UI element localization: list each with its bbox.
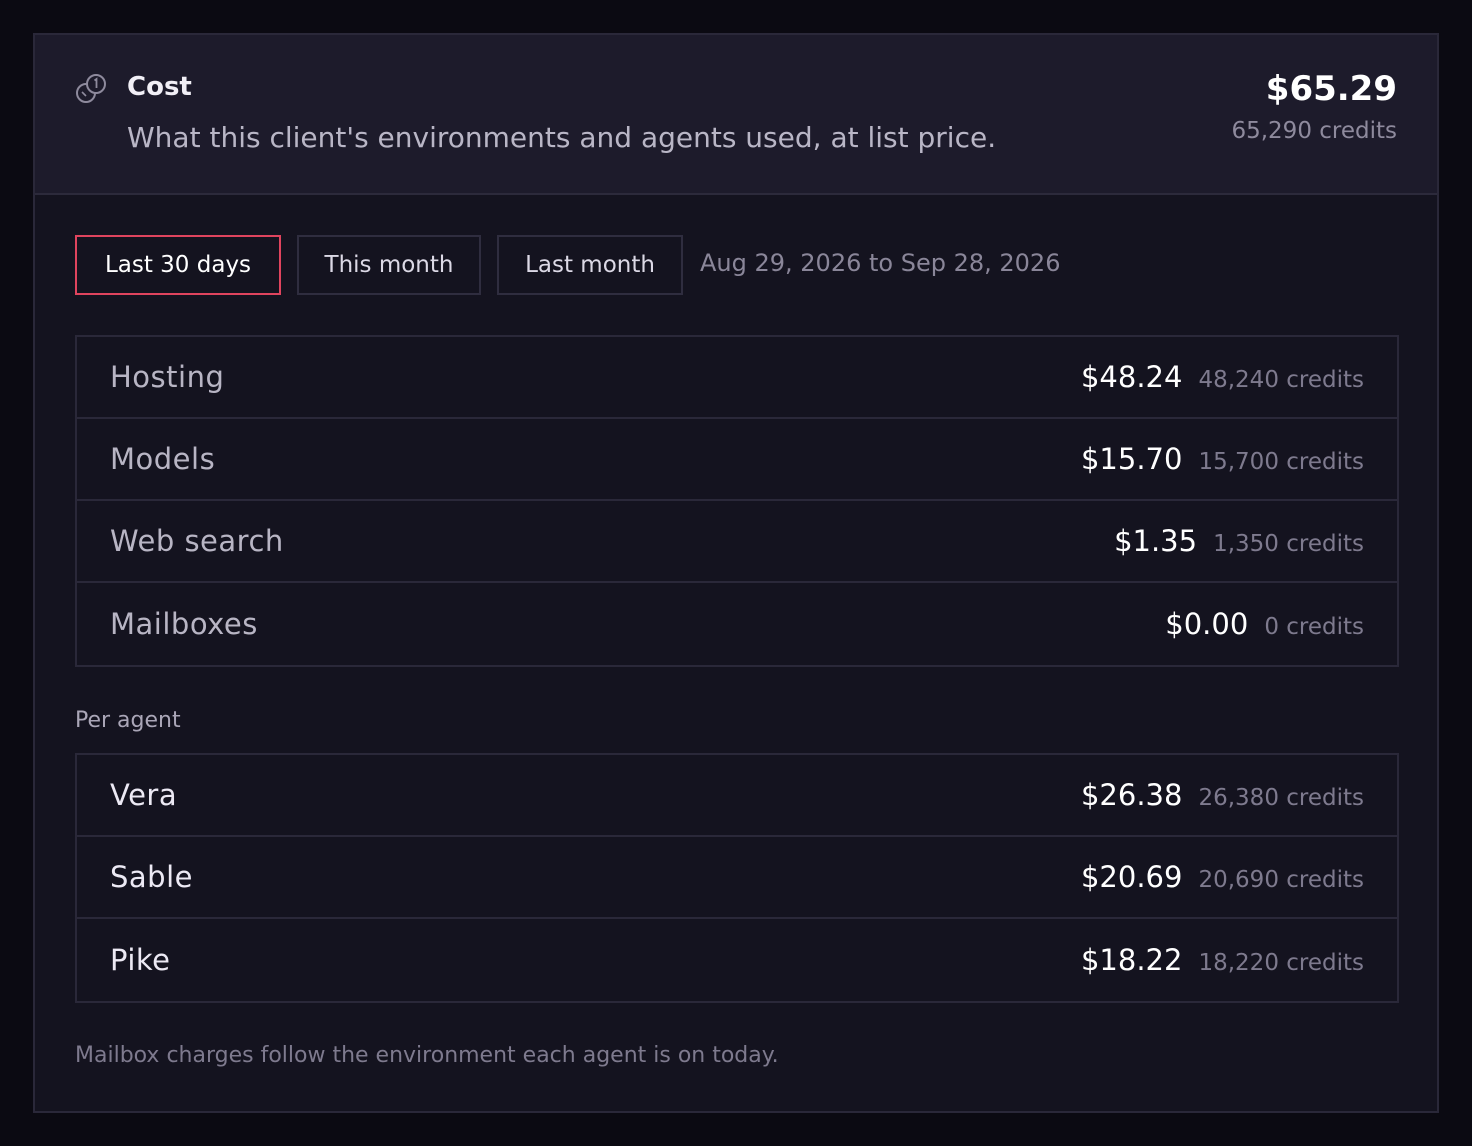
coins-icon: [76, 74, 106, 103]
category-row-hosting: Hosting $48.24 48,240 credits: [77, 337, 1397, 419]
tab-last-30-days[interactable]: Last 30 days: [75, 235, 281, 295]
agent-credits: 26,380 credits: [1198, 785, 1364, 811]
row-amount: $1.35: [1114, 524, 1198, 558]
card-subtitle: What this client's environments and agen…: [127, 121, 997, 154]
row-credits: 15,700 credits: [1198, 449, 1364, 475]
agent-credits: 18,220 credits: [1198, 950, 1364, 976]
row-credits: 1,350 credits: [1213, 531, 1364, 557]
agent-name: Sable: [110, 860, 193, 894]
per-agent-heading: Per agent: [75, 708, 181, 733]
row-credits: 0 credits: [1264, 614, 1364, 640]
date-range: Aug 29, 2026 to Sep 28, 2026: [700, 249, 1061, 277]
row-amount: $15.70: [1080, 442, 1183, 476]
cost-card: Cost What this client's environments and…: [33, 33, 1439, 1113]
total-cost: $65.29: [1265, 69, 1397, 109]
cost-header: Cost What this client's environments and…: [35, 35, 1437, 195]
agent-amount: $20.69: [1080, 860, 1183, 894]
category-row-web-search: Web search $1.35 1,350 credits: [77, 501, 1397, 583]
category-row-mailboxes: Mailboxes $0.00 0 credits: [77, 583, 1397, 665]
row-label: Web search: [110, 524, 284, 558]
agent-name: Pike: [110, 943, 171, 977]
agent-row-pike: Pike $18.22 18,220 credits: [77, 919, 1397, 1001]
agent-row-sable: Sable $20.69 20,690 credits: [77, 837, 1397, 919]
category-row-models: Models $15.70 15,700 credits: [77, 419, 1397, 501]
tab-last-month[interactable]: Last month: [497, 235, 683, 295]
row-label: Models: [110, 442, 216, 476]
agent-name: Vera: [110, 778, 178, 812]
tab-this-month[interactable]: This month: [297, 235, 481, 295]
row-amount: $0.00: [1165, 607, 1249, 641]
row-label: Hosting: [110, 360, 225, 394]
agent-amount: $26.38: [1080, 778, 1183, 812]
card-title: Cost: [127, 72, 192, 102]
footnote: Mailbox charges follow the environment e…: [75, 1043, 779, 1068]
agent-amount: $18.22: [1080, 943, 1183, 977]
category-breakdown-table: Hosting $48.24 48,240 credits Models $15…: [75, 335, 1399, 667]
agent-credits: 20,690 credits: [1198, 867, 1364, 893]
total-credits: 65,290 credits: [1231, 118, 1397, 144]
row-amount: $48.24: [1080, 360, 1183, 394]
agent-row-vera: Vera $26.38 26,380 credits: [77, 755, 1397, 837]
row-credits: 48,240 credits: [1198, 367, 1364, 393]
per-agent-table: Vera $26.38 26,380 credits Sable $20.69 …: [75, 753, 1399, 1003]
row-label: Mailboxes: [110, 607, 258, 641]
